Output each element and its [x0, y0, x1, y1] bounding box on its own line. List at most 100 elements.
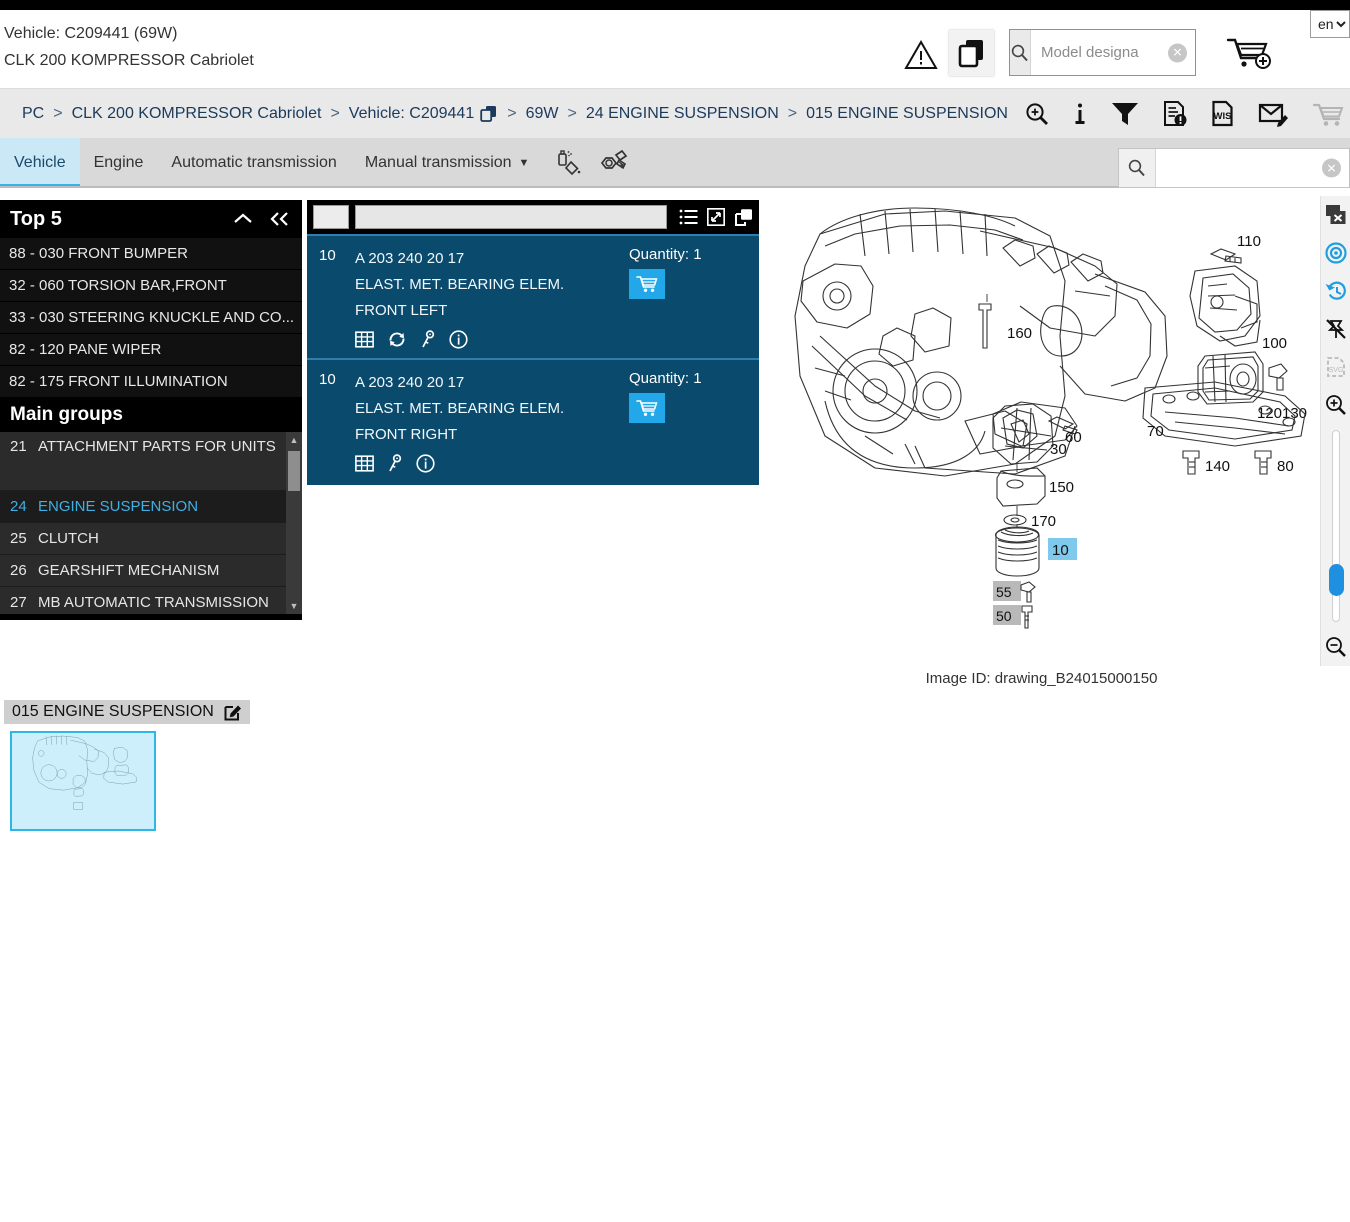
breadcrumb-item-pc[interactable]: PC: [22, 105, 44, 123]
main-group-item-24[interactable]: 24 ENGINE SUSPENSION: [0, 491, 302, 523]
target-focus-icon[interactable]: [1321, 234, 1350, 272]
key-icon[interactable]: [420, 330, 436, 349]
part-row[interactable]: 10 A 203 240 20 17 ELAST. MET. BEARING E…: [307, 358, 759, 482]
top5-item[interactable]: 32 - 060 TORSION BAR,FRONT: [0, 270, 302, 302]
tab-label: Automatic transmission: [171, 154, 337, 171]
top5-title: Top 5: [10, 207, 62, 230]
callout-55: 55: [996, 584, 1012, 600]
image-id-caption: Image ID: drawing_B24015000150: [925, 670, 1158, 687]
bolt-nut-icon[interactable]: [599, 149, 629, 177]
breadcrumb-bar: PC > CLK 200 KOMPRESSOR Cabriolet > Vehi…: [0, 88, 1350, 138]
tab-manual-transmission[interactable]: Manual transmission ▼: [351, 138, 544, 188]
copy-icon[interactable]: [949, 30, 994, 76]
grid-table-icon[interactable]: [355, 330, 374, 349]
breadcrumb-copy-icon[interactable]: [480, 105, 498, 123]
tab-engine[interactable]: Engine: [80, 138, 158, 188]
main-group-item-27[interactable]: 27 MB AUTOMATIC TRANSMISSION: [0, 587, 302, 614]
callout-140: 140: [1205, 458, 1230, 475]
search-icon: [1010, 30, 1031, 75]
chevron-down-icon: ▼: [518, 157, 530, 169]
scrollbar-thumb[interactable]: [288, 451, 300, 491]
main-groups-scrollbar[interactable]: ▲ ▼: [286, 432, 302, 614]
top5-item[interactable]: 33 - 030 STEERING KNUCKLE AND CO...: [0, 302, 302, 334]
scroll-up-icon[interactable]: ▲: [286, 432, 302, 448]
main-groups-list: 21 ATTACHMENT PARTS FOR UNITS 24 ENGINE …: [0, 432, 302, 614]
tab-automatic-transmission[interactable]: Automatic transmission: [157, 138, 350, 188]
tab-vehicle[interactable]: Vehicle: [0, 138, 80, 188]
breadcrumb: PC > CLK 200 KOMPRESSOR Cabriolet > Vehi…: [22, 89, 1008, 139]
parts-filter-input[interactable]: [355, 205, 667, 229]
callout-10: 10: [1052, 542, 1069, 559]
model-search-input[interactable]: [1031, 30, 1242, 75]
breadcrumb-separator: >: [330, 105, 340, 122]
callout-50: 50: [996, 608, 1012, 624]
document-alert-icon[interactable]: [1162, 100, 1188, 128]
add-to-cart-button[interactable]: [629, 269, 665, 299]
tab-extra-icons: [543, 138, 641, 188]
list-view-icon[interactable]: [679, 208, 698, 226]
parts-filter-toggle[interactable]: [313, 205, 349, 229]
main-group-item-21[interactable]: 21 ATTACHMENT PARTS FOR UNITS: [0, 432, 302, 491]
parts-drawing[interactable]: 160 60 30 150 170 10 55 50 110 100 120 1…: [765, 196, 1318, 666]
breadcrumb-separator: >: [53, 105, 63, 122]
info-circle-icon[interactable]: [449, 330, 468, 349]
wis-document-icon[interactable]: WIS: [1210, 100, 1236, 128]
part-position: FRONT RIGHT: [355, 426, 458, 443]
part-description: ELAST. MET. BEARING ELEM.: [355, 276, 565, 293]
breadcrumb-item-vehicle[interactable]: Vehicle: C209441: [349, 105, 474, 123]
main-group-item-26[interactable]: 26 GEARSHIFT MECHANISM: [0, 555, 302, 587]
key-icon[interactable]: [387, 454, 403, 473]
model-search-box[interactable]: ✕: [1009, 29, 1242, 76]
grid-table-icon[interactable]: [355, 454, 374, 473]
subgroup-title: 015 ENGINE SUSPENSION: [12, 703, 214, 720]
subgroup-thumbnail-section: 015 ENGINE SUSPENSION: [0, 700, 340, 831]
top5-item[interactable]: 88 - 030 FRONT BUMPER: [0, 238, 302, 270]
search-icon: [1119, 149, 1156, 187]
top5-item[interactable]: 82 - 175 FRONT ILLUMINATION: [0, 366, 302, 398]
info-icon[interactable]: [1072, 101, 1088, 127]
zoom-out-icon[interactable]: [1321, 628, 1350, 666]
unpin-icon[interactable]: [1321, 310, 1350, 348]
breadcrumb-separator: >: [787, 105, 798, 122]
subgroup-thumbnail[interactable]: [10, 731, 156, 831]
exchange-arrows-icon[interactable]: [387, 330, 407, 349]
mail-edit-icon[interactable]: [1258, 101, 1290, 127]
part-description: ELAST. MET. BEARING ELEM.: [355, 400, 565, 417]
expand-icon[interactable]: [707, 208, 725, 226]
callout-160: 160: [1007, 325, 1032, 342]
breadcrumb-item-group[interactable]: 24 ENGINE SUSPENSION: [586, 105, 779, 123]
zoom-search-icon[interactable]: [1024, 101, 1050, 127]
breadcrumb-item-69w[interactable]: 69W: [526, 105, 559, 123]
part-row[interactable]: 10 A 203 240 20 17 ELAST. MET. BEARING E…: [307, 234, 759, 358]
vehicle-header: Vehicle: C209441 (69W) CLK 200 KOMPRESSO…: [0, 10, 1350, 88]
add-to-cart-button[interactable]: [629, 393, 665, 423]
main-groups-header: Main groups: [0, 398, 302, 432]
chevron-up-icon[interactable]: [232, 211, 254, 227]
clear-content-search-icon[interactable]: ✕: [1322, 158, 1341, 178]
zoom-slider[interactable]: [1328, 430, 1344, 622]
copy-icon[interactable]: [734, 208, 753, 227]
filter-funnel-icon[interactable]: [1110, 101, 1140, 127]
zoom-slider-thumb[interactable]: [1328, 564, 1344, 596]
breadcrumb-item-subgroup[interactable]: 015 ENGINE SUSPENSION: [806, 105, 1008, 123]
window-close-icon[interactable]: [1321, 196, 1350, 234]
cart-add-icon[interactable]: [1225, 32, 1273, 74]
content-search-input[interactable]: [1156, 149, 1349, 187]
top5-item[interactable]: 82 - 120 PANE WIPER: [0, 334, 302, 366]
svg-text:WIS: WIS: [1214, 111, 1232, 122]
history-undo-icon[interactable]: [1321, 272, 1350, 310]
cart-icon[interactable]: [1312, 101, 1344, 127]
zoom-in-icon[interactable]: [1321, 386, 1350, 424]
warning-triangle-icon[interactable]: [900, 36, 942, 74]
chevron-double-left-icon[interactable]: [268, 211, 292, 227]
spray-paint-icon[interactable]: [555, 149, 583, 177]
clear-search-icon[interactable]: ✕: [1168, 43, 1187, 62]
language-select[interactable]: en: [1310, 10, 1350, 38]
main-group-item-25[interactable]: 25 CLUTCH: [0, 523, 302, 555]
content-search-box[interactable]: ✕: [1118, 148, 1350, 188]
main-group-number: 27: [10, 594, 27, 611]
info-circle-icon[interactable]: [416, 454, 435, 473]
edit-pencil-icon[interactable]: [224, 703, 242, 721]
scroll-down-icon[interactable]: ▼: [286, 598, 302, 614]
breadcrumb-item-model[interactable]: CLK 200 KOMPRESSOR Cabriolet: [72, 105, 322, 123]
